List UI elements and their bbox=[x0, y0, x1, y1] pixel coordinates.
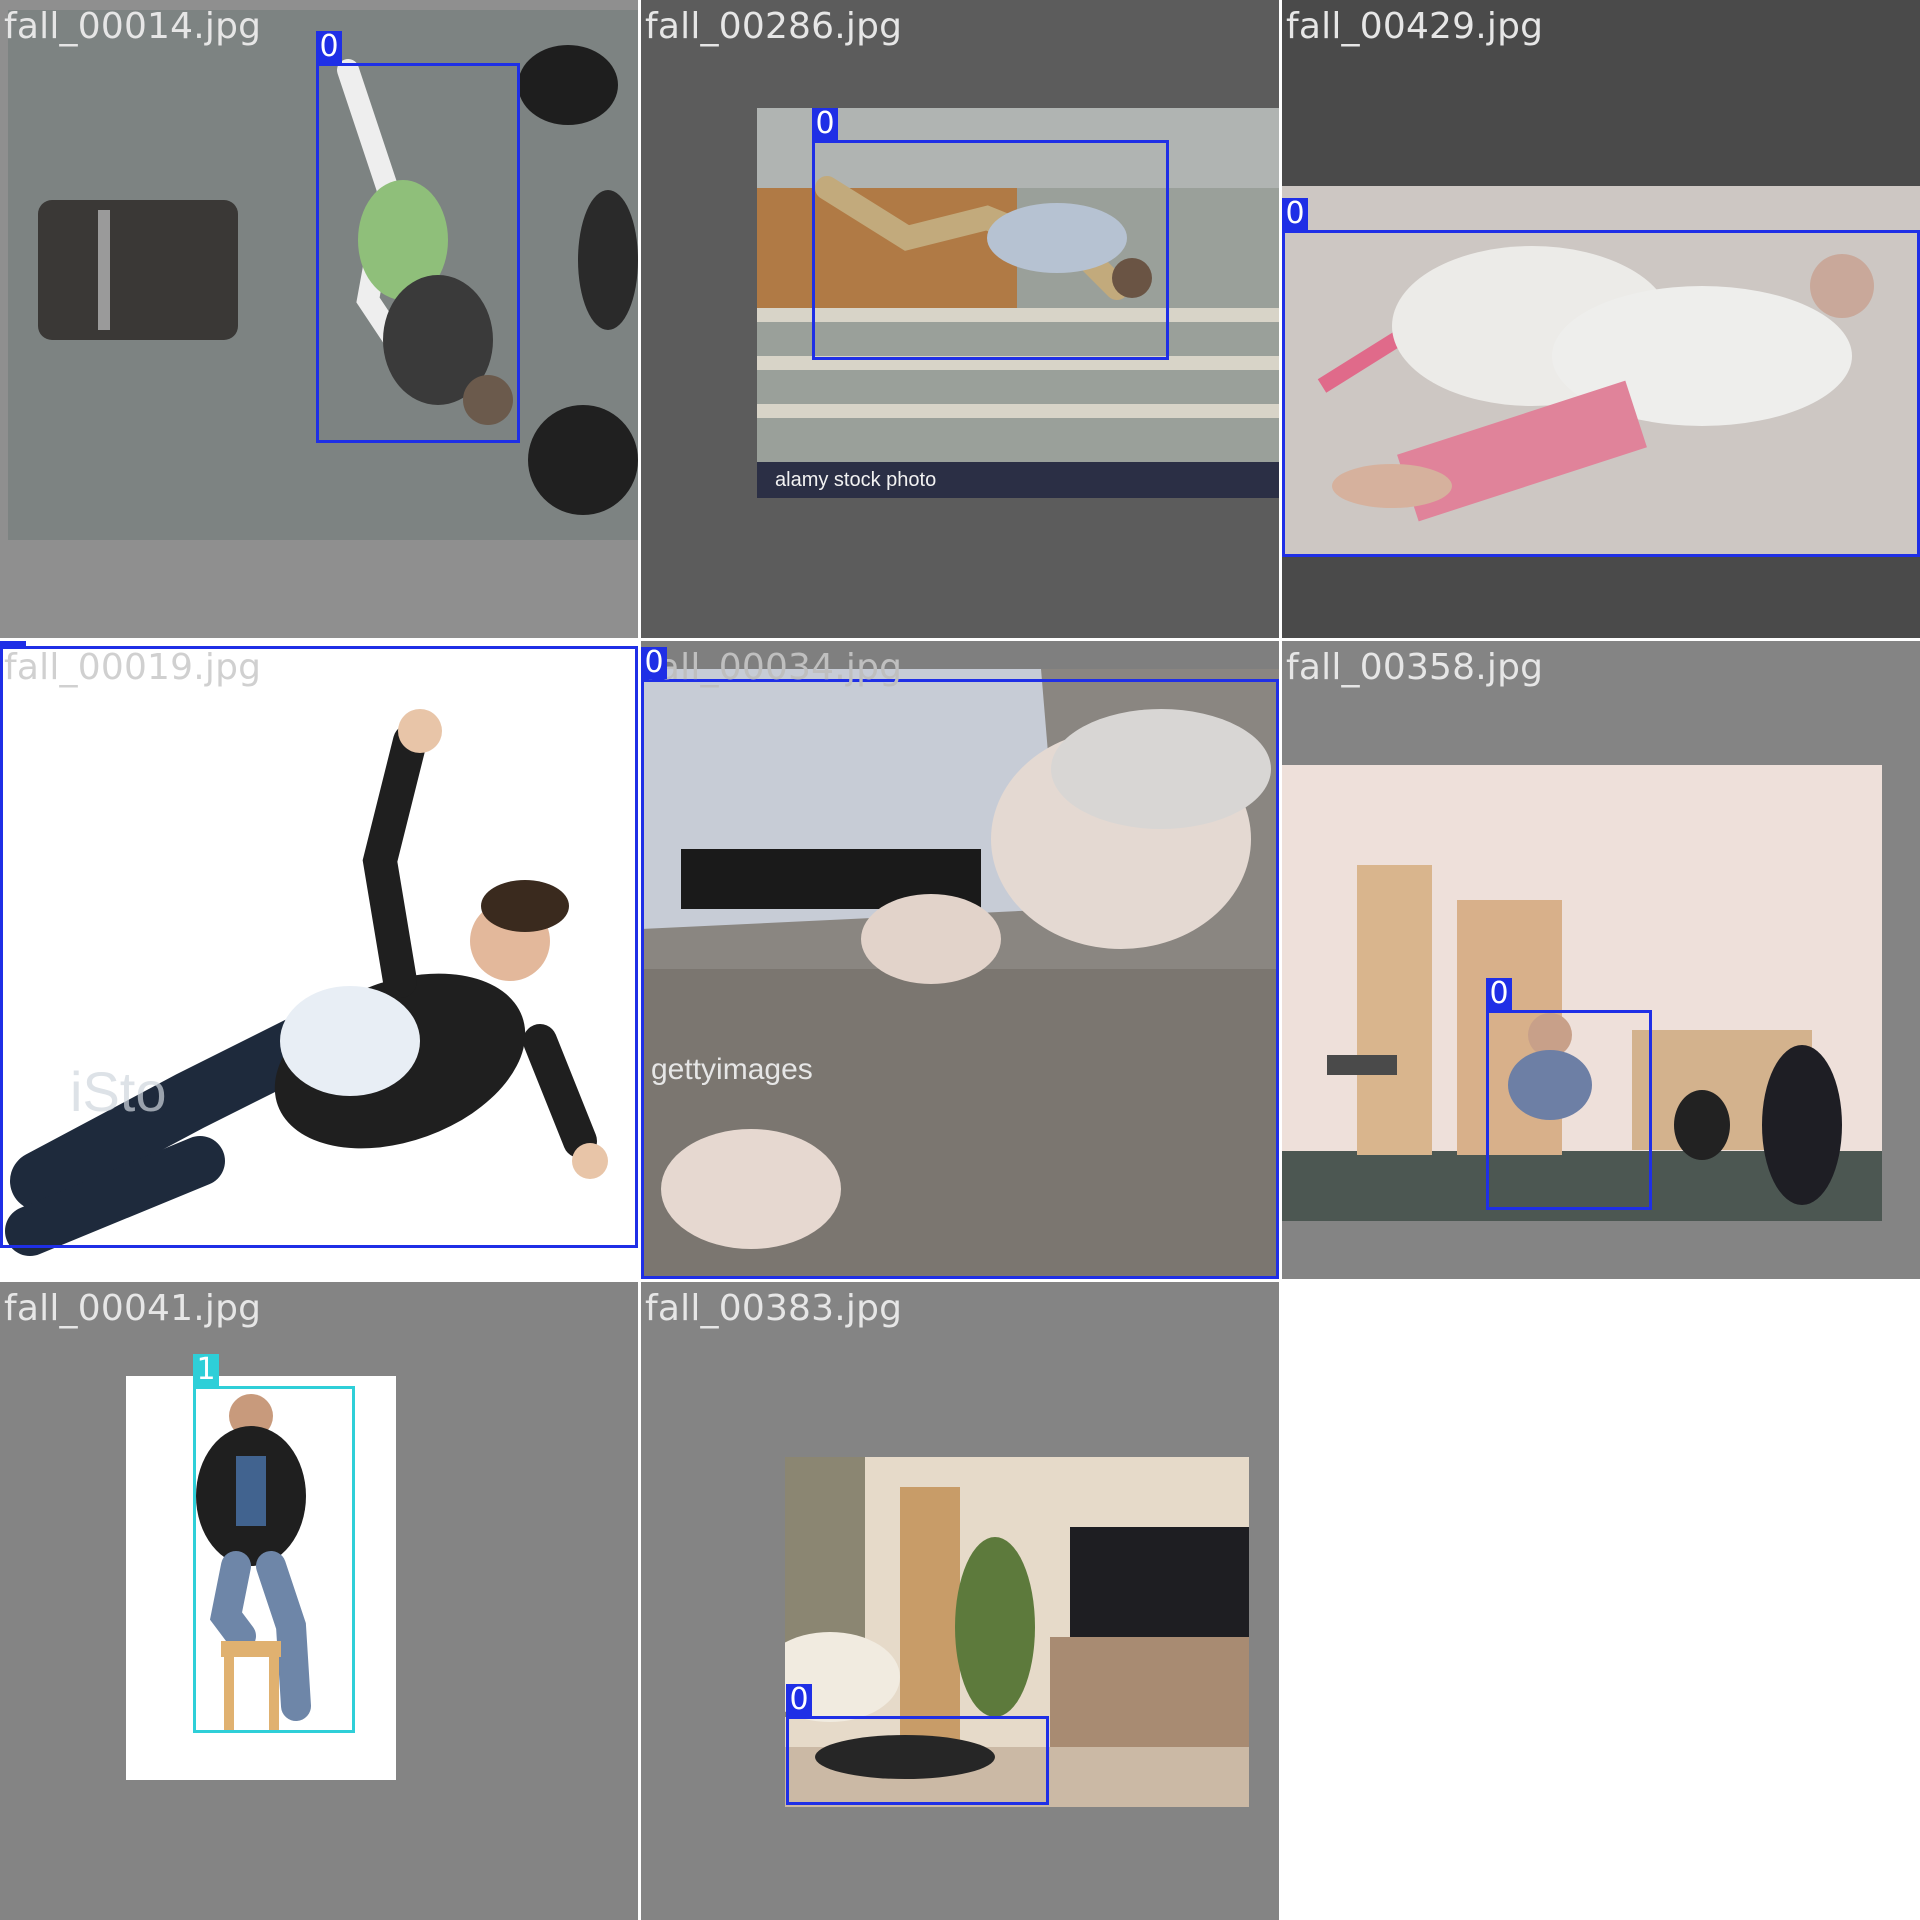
detection-box bbox=[193, 1386, 355, 1733]
mosaic-tile-8: fall_00383.jpg 0 bbox=[641, 1282, 1279, 1920]
mosaic-tile-2: alamy stock photo fall_00286.jpg 0 bbox=[641, 0, 1279, 638]
image-filename-label: fall_00358.jpg bbox=[1286, 647, 1544, 688]
mosaic-tile-7: fall_00041.jpg 1 bbox=[0, 1282, 638, 1920]
image-filename-label: fall_00041.jpg bbox=[4, 1288, 262, 1329]
image-filename-label: fall_00019.jpg bbox=[4, 647, 262, 688]
empty-mosaic-slot bbox=[1282, 1282, 1920, 1920]
image-filename-label: fall_00383.jpg bbox=[645, 1288, 903, 1329]
detection-box bbox=[641, 679, 1279, 1279]
watermark-text: alamy stock photo bbox=[775, 469, 936, 491]
image-filename-label: fall_00014.jpg bbox=[4, 6, 262, 47]
detection-box bbox=[812, 140, 1169, 360]
chair-shape bbox=[38, 200, 238, 340]
class-id-tag: 0 bbox=[316, 31, 342, 63]
class-id-tag: 1 bbox=[193, 1354, 219, 1386]
detection-box bbox=[316, 63, 520, 443]
detection-box bbox=[1486, 1010, 1652, 1210]
class-id-tag: 0 bbox=[0, 641, 26, 646]
detection-box bbox=[786, 1716, 1049, 1805]
image-filename-label: fall_00286.jpg bbox=[645, 6, 903, 47]
class-id-tag: 0 bbox=[1282, 198, 1308, 230]
mosaic-tile-4: iSto fall_00019.jpg 0 bbox=[0, 641, 638, 1279]
detection-box bbox=[0, 646, 638, 1248]
image-filename-label: fall_00034.jpg bbox=[645, 647, 903, 688]
class-id-tag: 0 bbox=[641, 647, 667, 679]
class-id-tag: 0 bbox=[812, 108, 838, 140]
detection-box bbox=[1282, 230, 1920, 557]
mosaic-tile-1: fall_00014.jpg 0 bbox=[0, 0, 638, 638]
mosaic-tile-6: fall_00358.jpg 0 bbox=[1282, 641, 1920, 1279]
mosaic-tile-3: fall_00429.jpg 0 bbox=[1282, 0, 1920, 638]
mosaic-tile-5: gettyimages fall_00034.jpg 0 bbox=[641, 641, 1279, 1279]
class-id-tag: 0 bbox=[786, 1684, 812, 1716]
class-id-tag: 0 bbox=[1486, 978, 1512, 1010]
image-filename-label: fall_00429.jpg bbox=[1286, 6, 1544, 47]
